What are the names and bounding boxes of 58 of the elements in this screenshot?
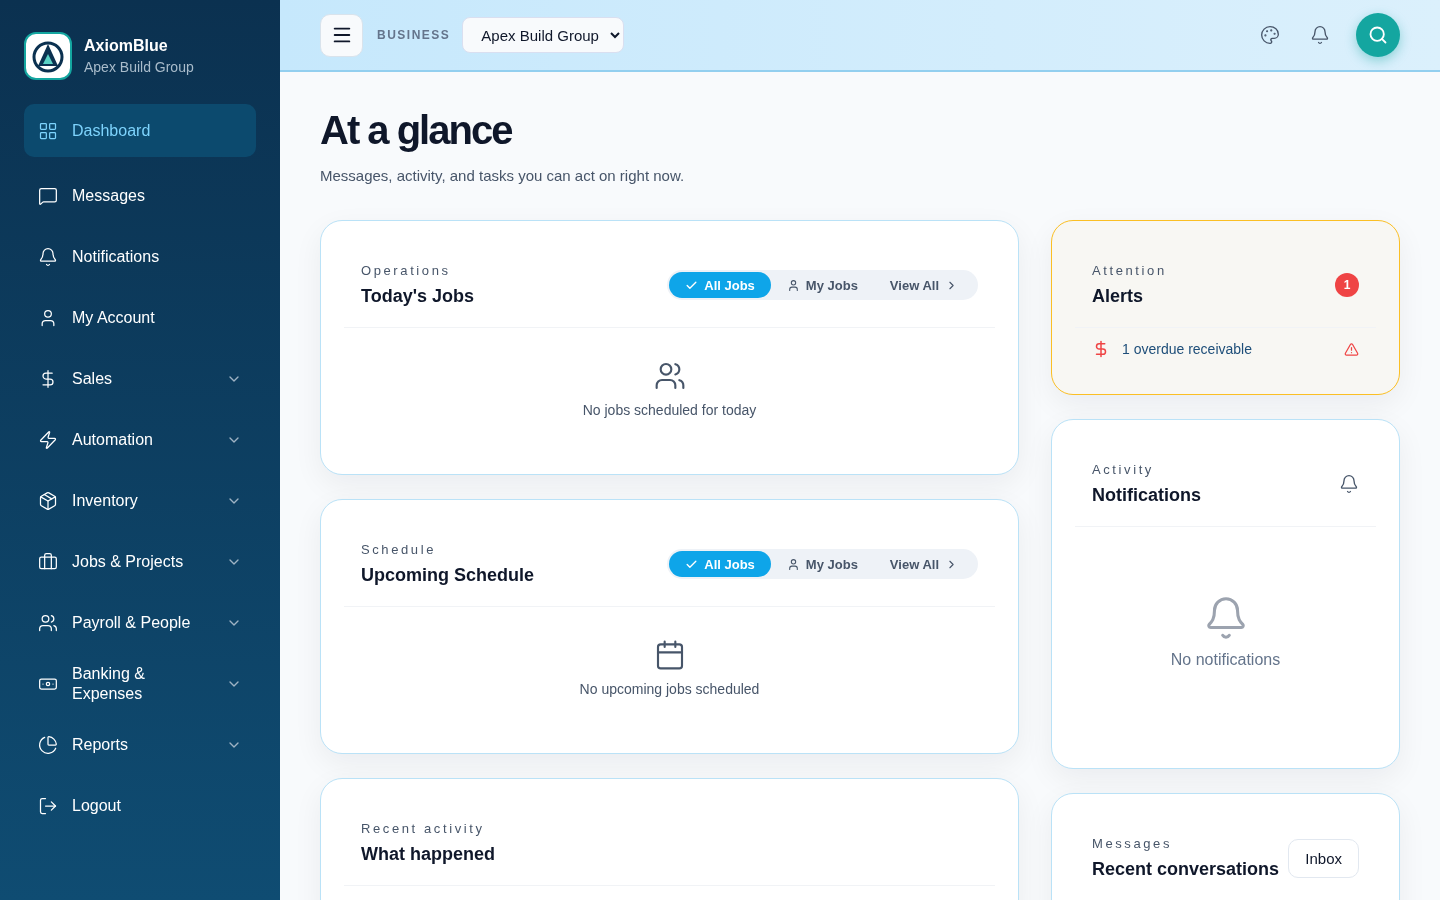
alert-link[interactable]: 1 overdue receivable [1122,341,1332,357]
view-all-link[interactable]: View All [873,556,976,572]
count-badge: 1 [1335,273,1359,297]
empty-message: No upcoming jobs scheduled [579,681,760,697]
nav-item[interactable]: Logout [24,779,256,832]
bell-icon [38,246,58,267]
card-eyebrow: Activity [1092,462,1155,477]
nav-item[interactable]: Inventory [24,474,256,527]
nav-item[interactable]: Sales [24,352,256,405]
nav-item[interactable]: My Account [24,291,256,344]
filter-tab[interactable]: My Jobs [770,272,874,298]
card-title: What happened [361,844,495,865]
warning-icon [1344,341,1359,357]
search-button[interactable] [1356,13,1400,57]
nav-item[interactable]: Banking & Expenses [24,657,256,710]
page-subtitle: Messages, activity, and tasks you can act on right now. [320,167,686,184]
lightning-icon [38,429,58,450]
nav-item[interactable]: Reports [24,718,256,771]
box-icon [38,490,58,511]
logo-icon [24,32,72,80]
empty-message: No notifications [1170,651,1281,669]
people-icon [653,360,686,392]
briefcase-icon [38,551,58,572]
logout-icon [38,795,58,816]
user-icon [786,278,800,292]
card-title: Recent conversations [1092,859,1280,880]
card-title: Today's Jobs [361,286,474,307]
filter-tab[interactable]: My Jobs [770,551,874,577]
grid-icon [38,120,58,141]
nav-item[interactable]: Messages [24,169,256,222]
bell-icon [1339,474,1359,494]
pie-chart-icon [38,734,58,755]
empty-message: No jobs scheduled for today [582,402,757,418]
menu-button[interactable] [320,13,363,57]
search-icon [1368,25,1388,45]
card-title: Alerts [1092,286,1145,307]
card-eyebrow: Operations [361,263,452,278]
business-select[interactable]: Apex Build Group [462,17,625,53]
business-label: BUSINESS [377,28,451,42]
people-icon [38,612,58,633]
brand-subtitle: Apex Build Group [84,59,194,75]
card-eyebrow: Messages [1092,836,1174,851]
nav-item[interactable]: Jobs & Projects [24,535,256,588]
card-eyebrow: Schedule [361,542,437,557]
nav-item[interactable]: Payroll & People [24,596,256,649]
page-title: At a glance [320,108,513,153]
inbox-button[interactable]: Inbox [1288,838,1359,878]
card-title: Upcoming Schedule [361,565,535,586]
brand-name: AxiomBlue [84,37,169,55]
nav-item[interactable]: Automation [24,413,256,466]
view-all-link[interactable]: View All [873,277,976,293]
card-eyebrow: Recent activity [361,821,486,836]
nav-item[interactable]: Dashboard [24,104,256,157]
chat-bubble-icon [38,185,58,206]
card-title: Notifications [1092,485,1201,506]
nav-item[interactable]: Notifications [24,230,256,283]
user-icon [786,557,800,571]
card-eyebrow: Attention [1092,263,1167,278]
